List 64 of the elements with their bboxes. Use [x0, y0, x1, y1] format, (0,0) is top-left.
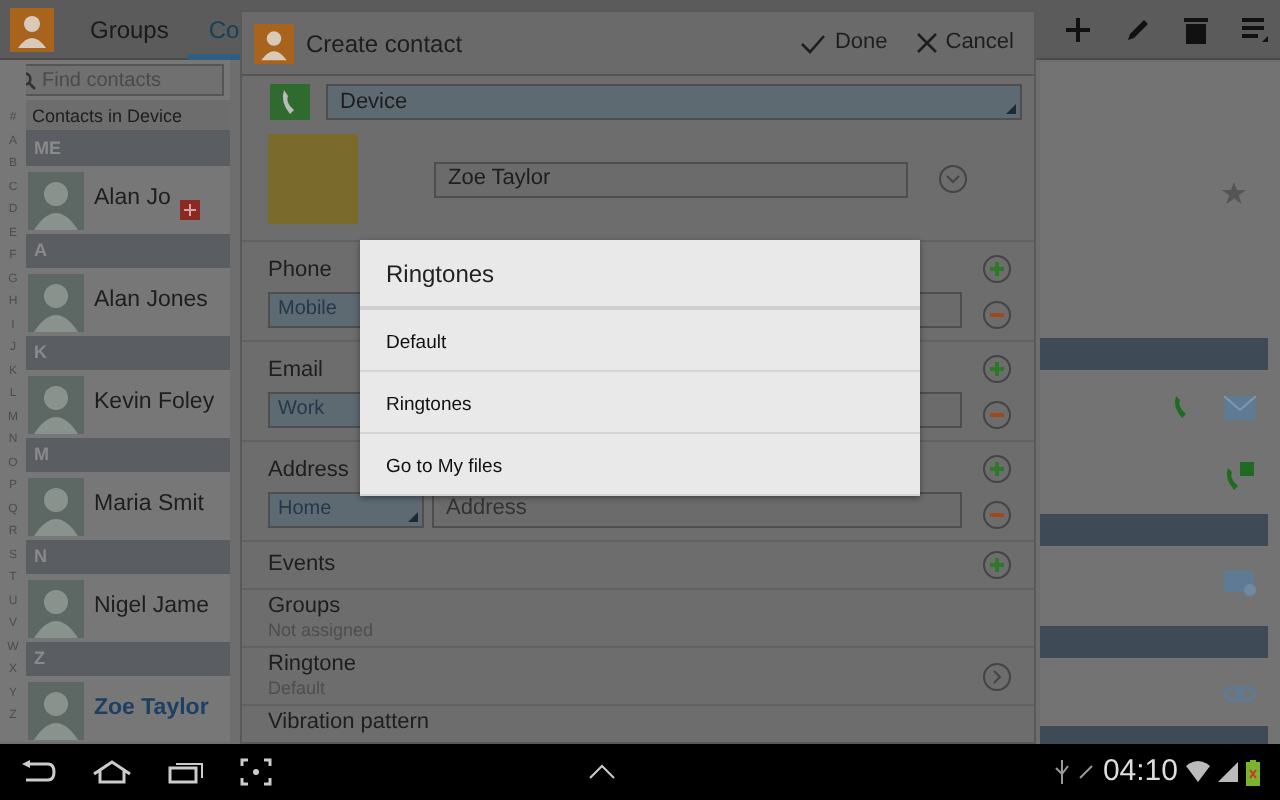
usb-icon: [1054, 760, 1071, 784]
back-icon[interactable]: [20, 760, 56, 784]
add-field-icon[interactable]: [982, 354, 1012, 384]
field-label: Vibration pattern: [268, 710, 430, 736]
contact-row[interactable]: Nigel Jame: [26, 574, 230, 642]
contact-row[interactable]: Alan Jones: [26, 268, 230, 336]
menu-option[interactable]: Go to My files: [360, 434, 920, 496]
close-icon: [915, 32, 938, 54]
list-header: Contacts in Device: [26, 100, 230, 132]
done-button[interactable]: Done: [792, 26, 896, 60]
edit-icon[interactable]: [1124, 15, 1152, 43]
contact-name: Nigel Jame: [94, 592, 210, 623]
expand-icon[interactable]: [938, 164, 968, 194]
contact-name: Alan Jo: [94, 184, 171, 215]
check-icon: [800, 33, 827, 53]
menu-icon[interactable]: [1240, 15, 1268, 43]
remove-field-icon[interactable]: [982, 400, 1012, 430]
remove-field-icon[interactable]: [982, 300, 1012, 330]
add-field-icon[interactable]: [982, 254, 1012, 284]
email-icon[interactable]: [1224, 570, 1258, 596]
add-field-icon[interactable]: [982, 454, 1012, 484]
account-dropdown[interactable]: Device: [326, 84, 1022, 120]
contact-row[interactable]: Alan Jo: [26, 166, 230, 234]
field-label: Email: [268, 357, 324, 383]
add-icon[interactable]: [1064, 15, 1092, 43]
screenshot-icon[interactable]: [240, 758, 272, 786]
field-label: Address: [268, 457, 349, 483]
chevron-right-icon[interactable]: [982, 661, 1012, 691]
add-field-icon[interactable]: [982, 550, 1012, 580]
contact-name: Zoe Taylor: [94, 694, 209, 725]
type-dropdown[interactable]: Home: [268, 491, 424, 527]
email-icon[interactable]: [1224, 396, 1256, 420]
contact-row[interactable]: Kevin Foley: [26, 370, 230, 438]
contact-name: Maria Smit: [94, 490, 204, 521]
clock-time: 04:10: [1102, 751, 1178, 792]
star-icon[interactable]: [1222, 182, 1246, 206]
field-label: Events: [268, 552, 336, 578]
name-field[interactable]: Zoe Taylor: [434, 161, 908, 197]
field-label: Phone: [268, 257, 332, 283]
delete-icon[interactable]: [1184, 15, 1208, 43]
call-contact-icon[interactable]: [1224, 462, 1256, 492]
home-icon[interactable]: [92, 760, 132, 784]
battery-icon: [1246, 759, 1260, 785]
tab[interactable]: Groups: [70, 0, 189, 59]
field-label: Ringtone: [268, 652, 357, 678]
recent-apps-icon[interactable]: [168, 760, 204, 784]
signal-icon: [1218, 762, 1238, 782]
popup-title: Ringtones: [360, 240, 920, 310]
wifi-icon: [1186, 760, 1210, 784]
menu-option[interactable]: Default: [360, 310, 920, 372]
contact-name: Alan Jones: [94, 286, 208, 317]
contacts-app-icon[interactable]: [10, 7, 54, 51]
contact-icon: [254, 23, 294, 63]
menu-option[interactable]: Ringtones: [360, 372, 920, 434]
field-label: Groups: [268, 594, 341, 620]
link-icon[interactable]: [1224, 686, 1256, 702]
phone-account-icon: [270, 84, 310, 120]
photo-placeholder[interactable]: [268, 134, 358, 224]
cancel-button[interactable]: Cancel: [907, 26, 1022, 60]
contact-row[interactable]: Zoe Taylor: [26, 676, 230, 742]
contact-name: Kevin Foley: [94, 388, 215, 419]
contact-row[interactable]: Maria Smit: [26, 472, 230, 540]
remove-field-icon[interactable]: [982, 500, 1012, 530]
dialog-title: Create contact: [306, 27, 465, 61]
